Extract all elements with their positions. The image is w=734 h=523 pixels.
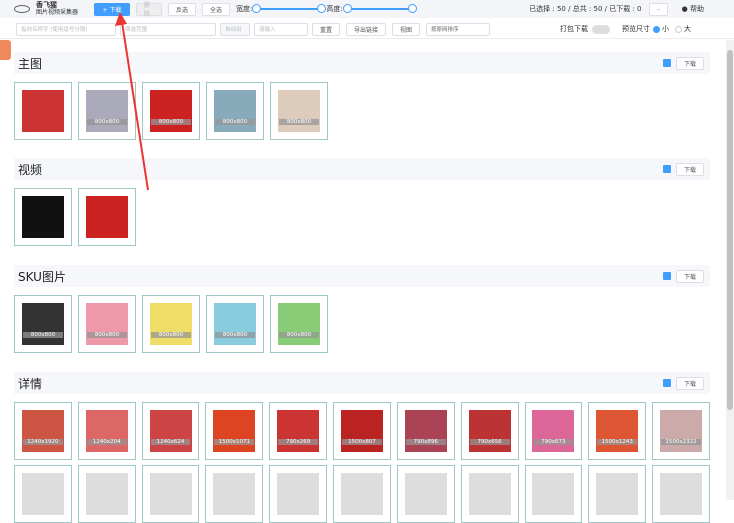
red-arrow-annotation <box>115 12 149 191</box>
